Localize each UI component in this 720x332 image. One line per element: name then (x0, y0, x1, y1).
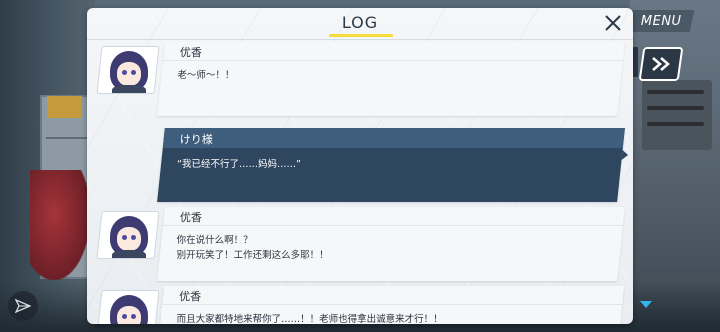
avatar (96, 46, 160, 94)
speaker-name: 优香 (179, 211, 202, 224)
log-header: LOG (87, 8, 633, 40)
fast-forward-icon (652, 57, 670, 71)
background-character (30, 170, 90, 280)
send-button[interactable] (8, 291, 38, 321)
log-list[interactable]: 优香 老～师～！！ けり様 “我已经不行了……妈妈……” 优香 你在说什么啊！？… (87, 40, 633, 324)
dialogue-text: 你在说什么啊！？ 别开玩笑了！工作还剩这么多耶！！ (176, 235, 329, 261)
menu-label: MENU (640, 13, 682, 29)
skip-button[interactable] (638, 47, 684, 81)
speaker-bar (162, 128, 625, 148)
dialogue-bubble: 优香 老～师～！！ (157, 42, 625, 116)
close-icon (605, 15, 621, 31)
title-underline (329, 34, 393, 37)
player-dialogue-bubble: けり様 “我已经不行了……妈妈……” (157, 128, 629, 202)
background-box (47, 96, 82, 118)
speaker-bar (162, 286, 625, 305)
bubble-tail (621, 150, 629, 160)
log-panel: LOG 优香 老～师～！！ けり様 “我已经不行了……妈妈……” 优香 你在说什… (87, 8, 633, 324)
speaker-name: 优香 (179, 46, 202, 59)
speaker-bar (162, 42, 625, 61)
speaker-name: けり様 (179, 133, 213, 146)
dialogue-text: 老～师～！！ (177, 70, 235, 81)
avatar (96, 211, 160, 259)
close-button[interactable] (602, 12, 624, 34)
menu-button[interactable]: MENU (627, 10, 695, 32)
speaker-bar (162, 207, 625, 226)
speaker-name: 优香 (179, 290, 202, 303)
dialogue-bubble: 优香 而且大家都特地来帮你了……！！老师也得拿出诚意来才行！！ (157, 286, 625, 324)
paper-plane-icon (15, 298, 31, 314)
log-title: LOG (341, 13, 379, 32)
dialogue-bubble: 优香 你在说什么啊！？ 别开玩笑了！工作还剩这么多耶！！ (157, 207, 625, 281)
triangle-down-icon[interactable] (640, 301, 652, 308)
dialogue-text: “我已经不行了……妈妈……” (177, 159, 301, 170)
dialogue-text: 而且大家都特地来帮你了……！！老师也得拿出诚意来才行！！ (176, 314, 443, 324)
background-gun-rack (642, 80, 712, 150)
avatar (96, 290, 160, 324)
